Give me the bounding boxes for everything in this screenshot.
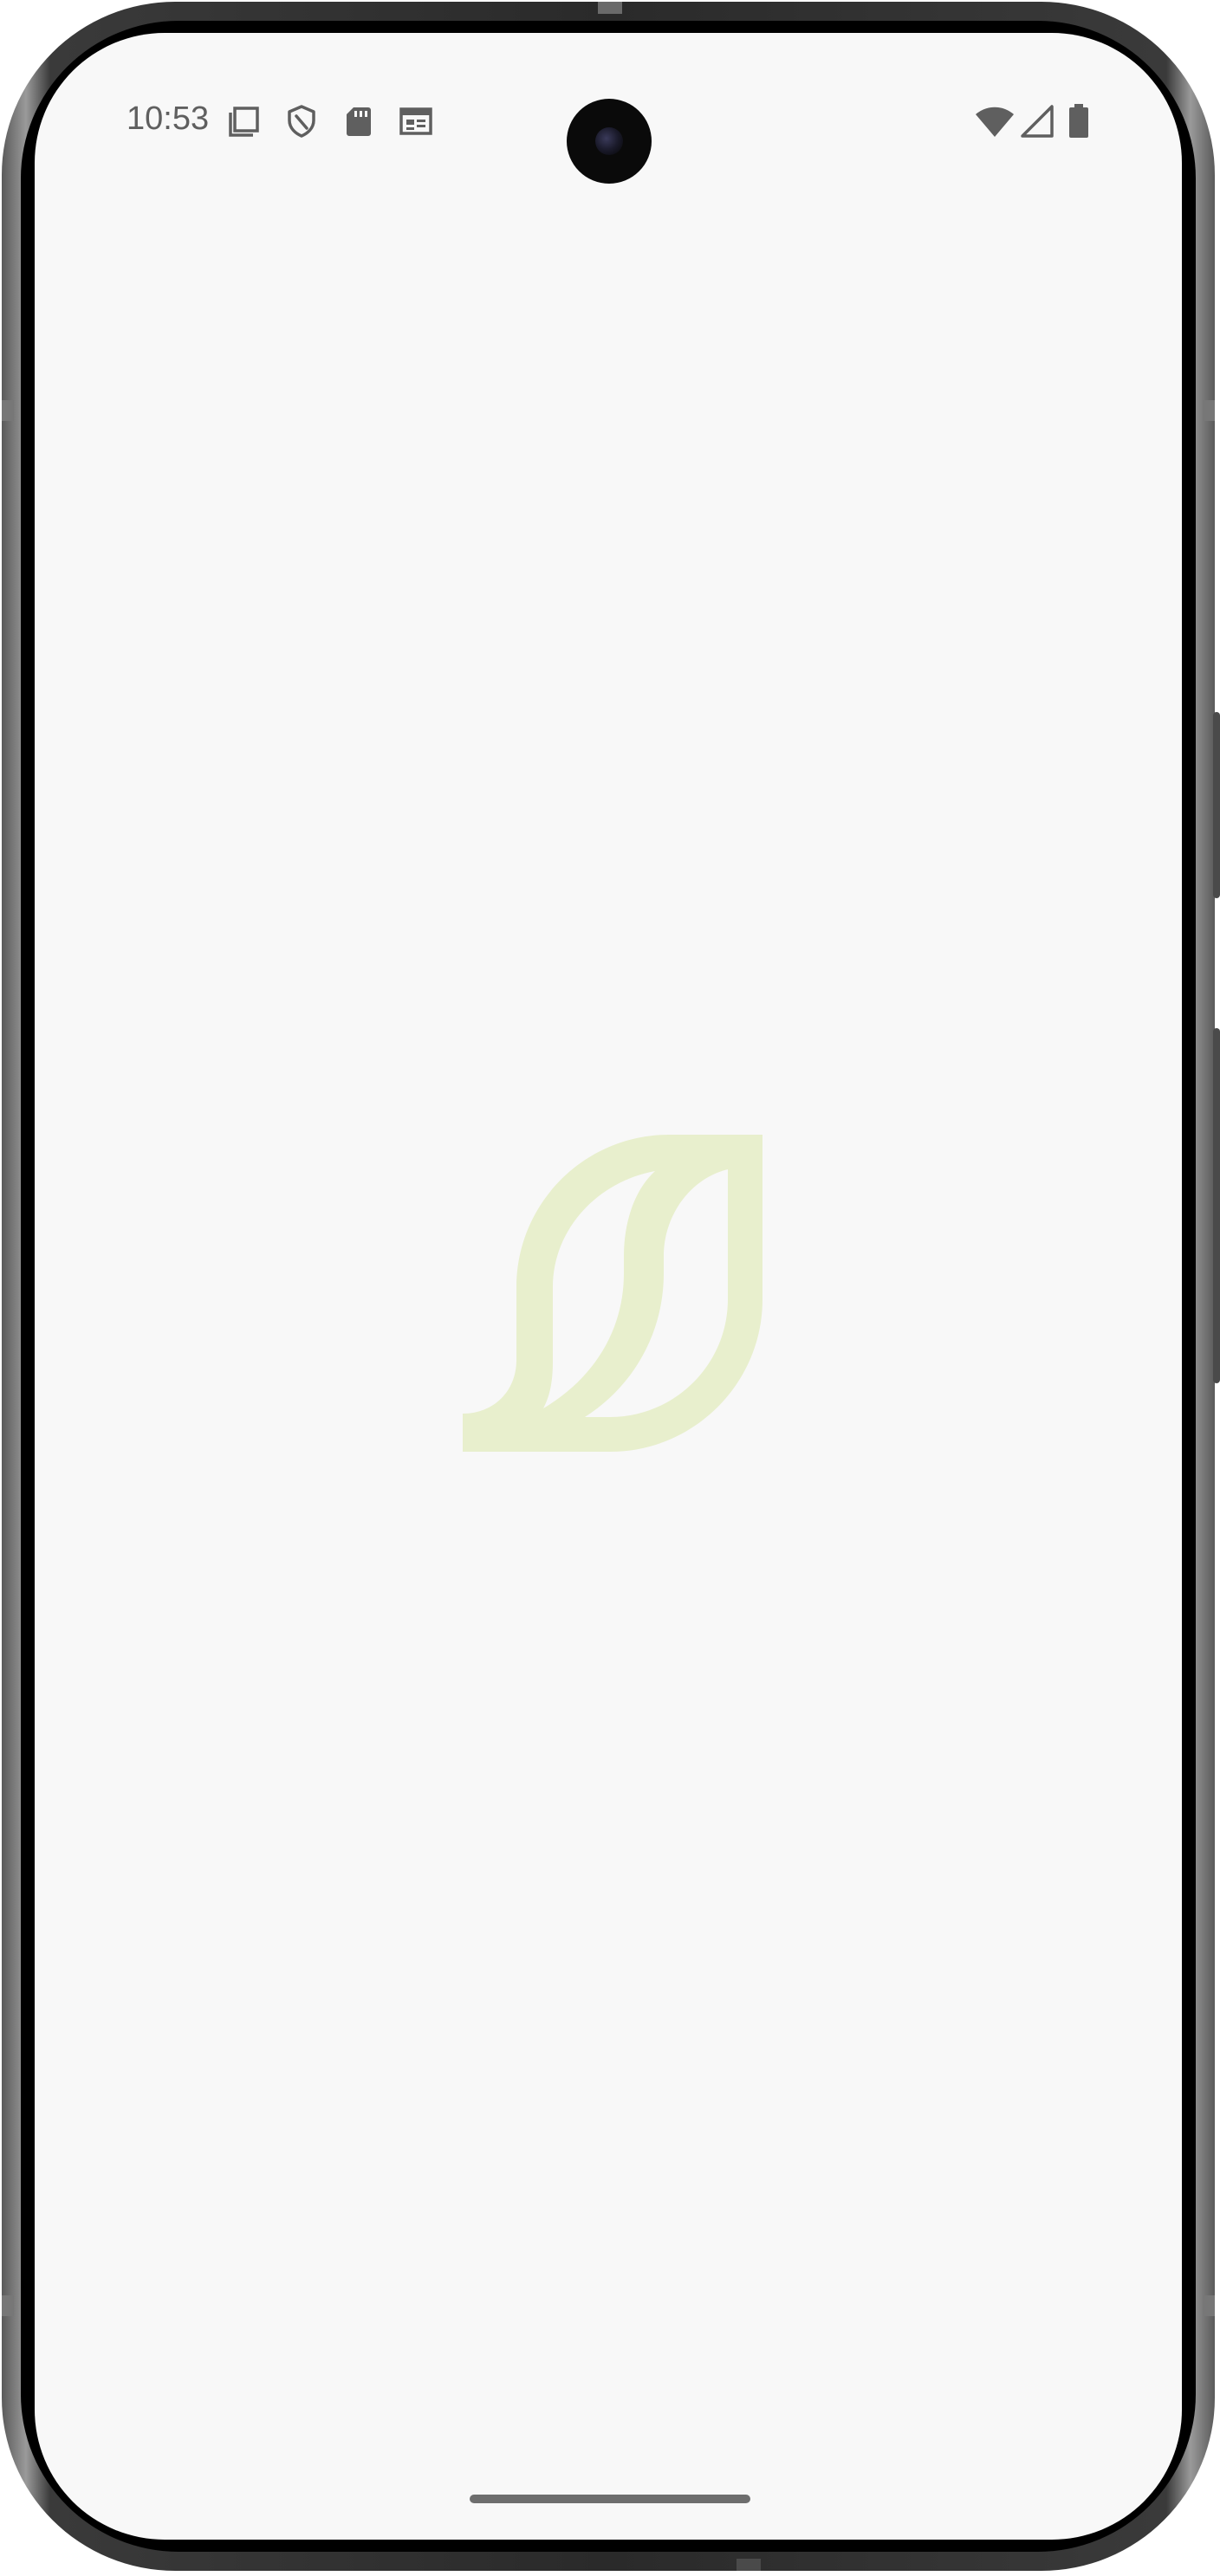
front-camera: [567, 99, 652, 184]
wifi-icon: [976, 107, 1014, 137]
frame-antenna-line: [2, 2295, 14, 2316]
battery-icon: [1069, 104, 1088, 138]
status-time: 10:53: [127, 100, 210, 137]
app-screen: 10:53: [35, 33, 1182, 2540]
screenshot-icon: [229, 107, 259, 137]
frame-antenna-line: [598, 2, 622, 14]
phone-frame: 10:53: [2, 2, 1220, 2571]
vpn-shield-icon: [288, 105, 315, 138]
device-mockup: 10:53: [0, 0, 1220, 2576]
sd-card-icon: [347, 107, 371, 136]
frame-antenna-line: [737, 2559, 761, 2571]
frame-antenna-line: [2, 400, 14, 421]
leaf-logo-icon: [463, 1135, 762, 1452]
status-bar: 10:53: [35, 33, 1182, 184]
home-gesture-bar[interactable]: [470, 2495, 750, 2503]
frame-antenna-line: [1203, 400, 1215, 421]
calendar-icon: [399, 107, 432, 135]
cell-signal-icon: [1021, 105, 1054, 138]
volume-button: [1213, 1028, 1220, 1383]
frame-antenna-line: [1203, 2295, 1215, 2316]
power-button: [1213, 712, 1220, 898]
camera-lens: [595, 127, 623, 155]
